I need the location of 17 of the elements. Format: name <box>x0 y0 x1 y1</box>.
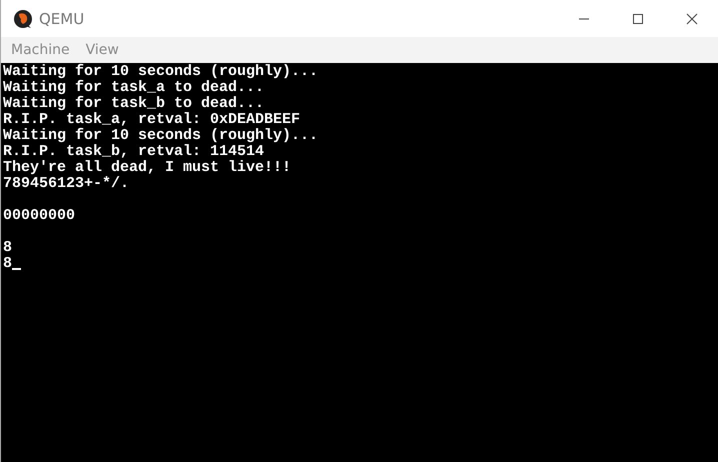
console-line: They're all dead, I must live!!! <box>3 160 292 176</box>
console-line: Waiting for task_b to dead... <box>3 96 264 112</box>
console-line: 8 <box>3 240 12 256</box>
console-line: 789456123+-*/. <box>3 176 130 192</box>
app-logo-icon <box>13 8 33 28</box>
close-icon <box>686 12 698 24</box>
menu-item[interactable]: Machine <box>11 42 70 58</box>
console-line: 00000000 <box>3 208 76 224</box>
console-line: R.I.P. task_b, retval: 114514 <box>3 144 264 160</box>
menu-item[interactable]: View <box>86 42 119 58</box>
console-line: R.I.P. task_a, retval: 0xDEADBEEF <box>3 112 300 128</box>
console-line: Waiting for task_a to dead... <box>3 80 264 96</box>
console-line: 8 <box>3 256 12 272</box>
maximize-icon <box>632 12 644 24</box>
window-title: QEMU <box>39 10 84 28</box>
console-line: Waiting for 10 seconds (roughly)... <box>3 64 318 80</box>
console-line: Waiting for 10 seconds (roughly)... <box>3 128 318 144</box>
